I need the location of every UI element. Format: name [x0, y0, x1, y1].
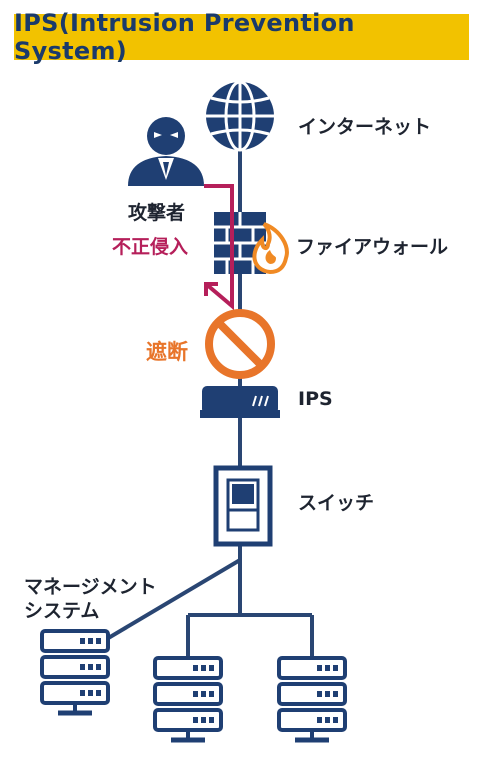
server-icon — [277, 656, 347, 743]
management-label-line1: マネージメント — [24, 576, 157, 598]
ips-label: IPS — [298, 388, 333, 410]
attacker-icon — [128, 117, 204, 186]
switch-icon — [213, 465, 273, 547]
block-label: 遮断 — [146, 340, 188, 364]
ips-device-icon — [200, 386, 280, 418]
globe-icon — [206, 80, 274, 152]
management-label-line2: システム — [24, 600, 100, 622]
block-icon — [205, 309, 275, 379]
firewall-label: ファイアウォール — [296, 236, 449, 258]
attacker-label: 攻撃者 — [128, 202, 186, 224]
server-icon — [153, 656, 223, 743]
switch-label: スイッチ — [298, 492, 375, 514]
internet-label: インターネット — [298, 116, 432, 138]
intrusion-label: 不正侵入 — [112, 236, 189, 258]
server-icon — [40, 629, 110, 716]
